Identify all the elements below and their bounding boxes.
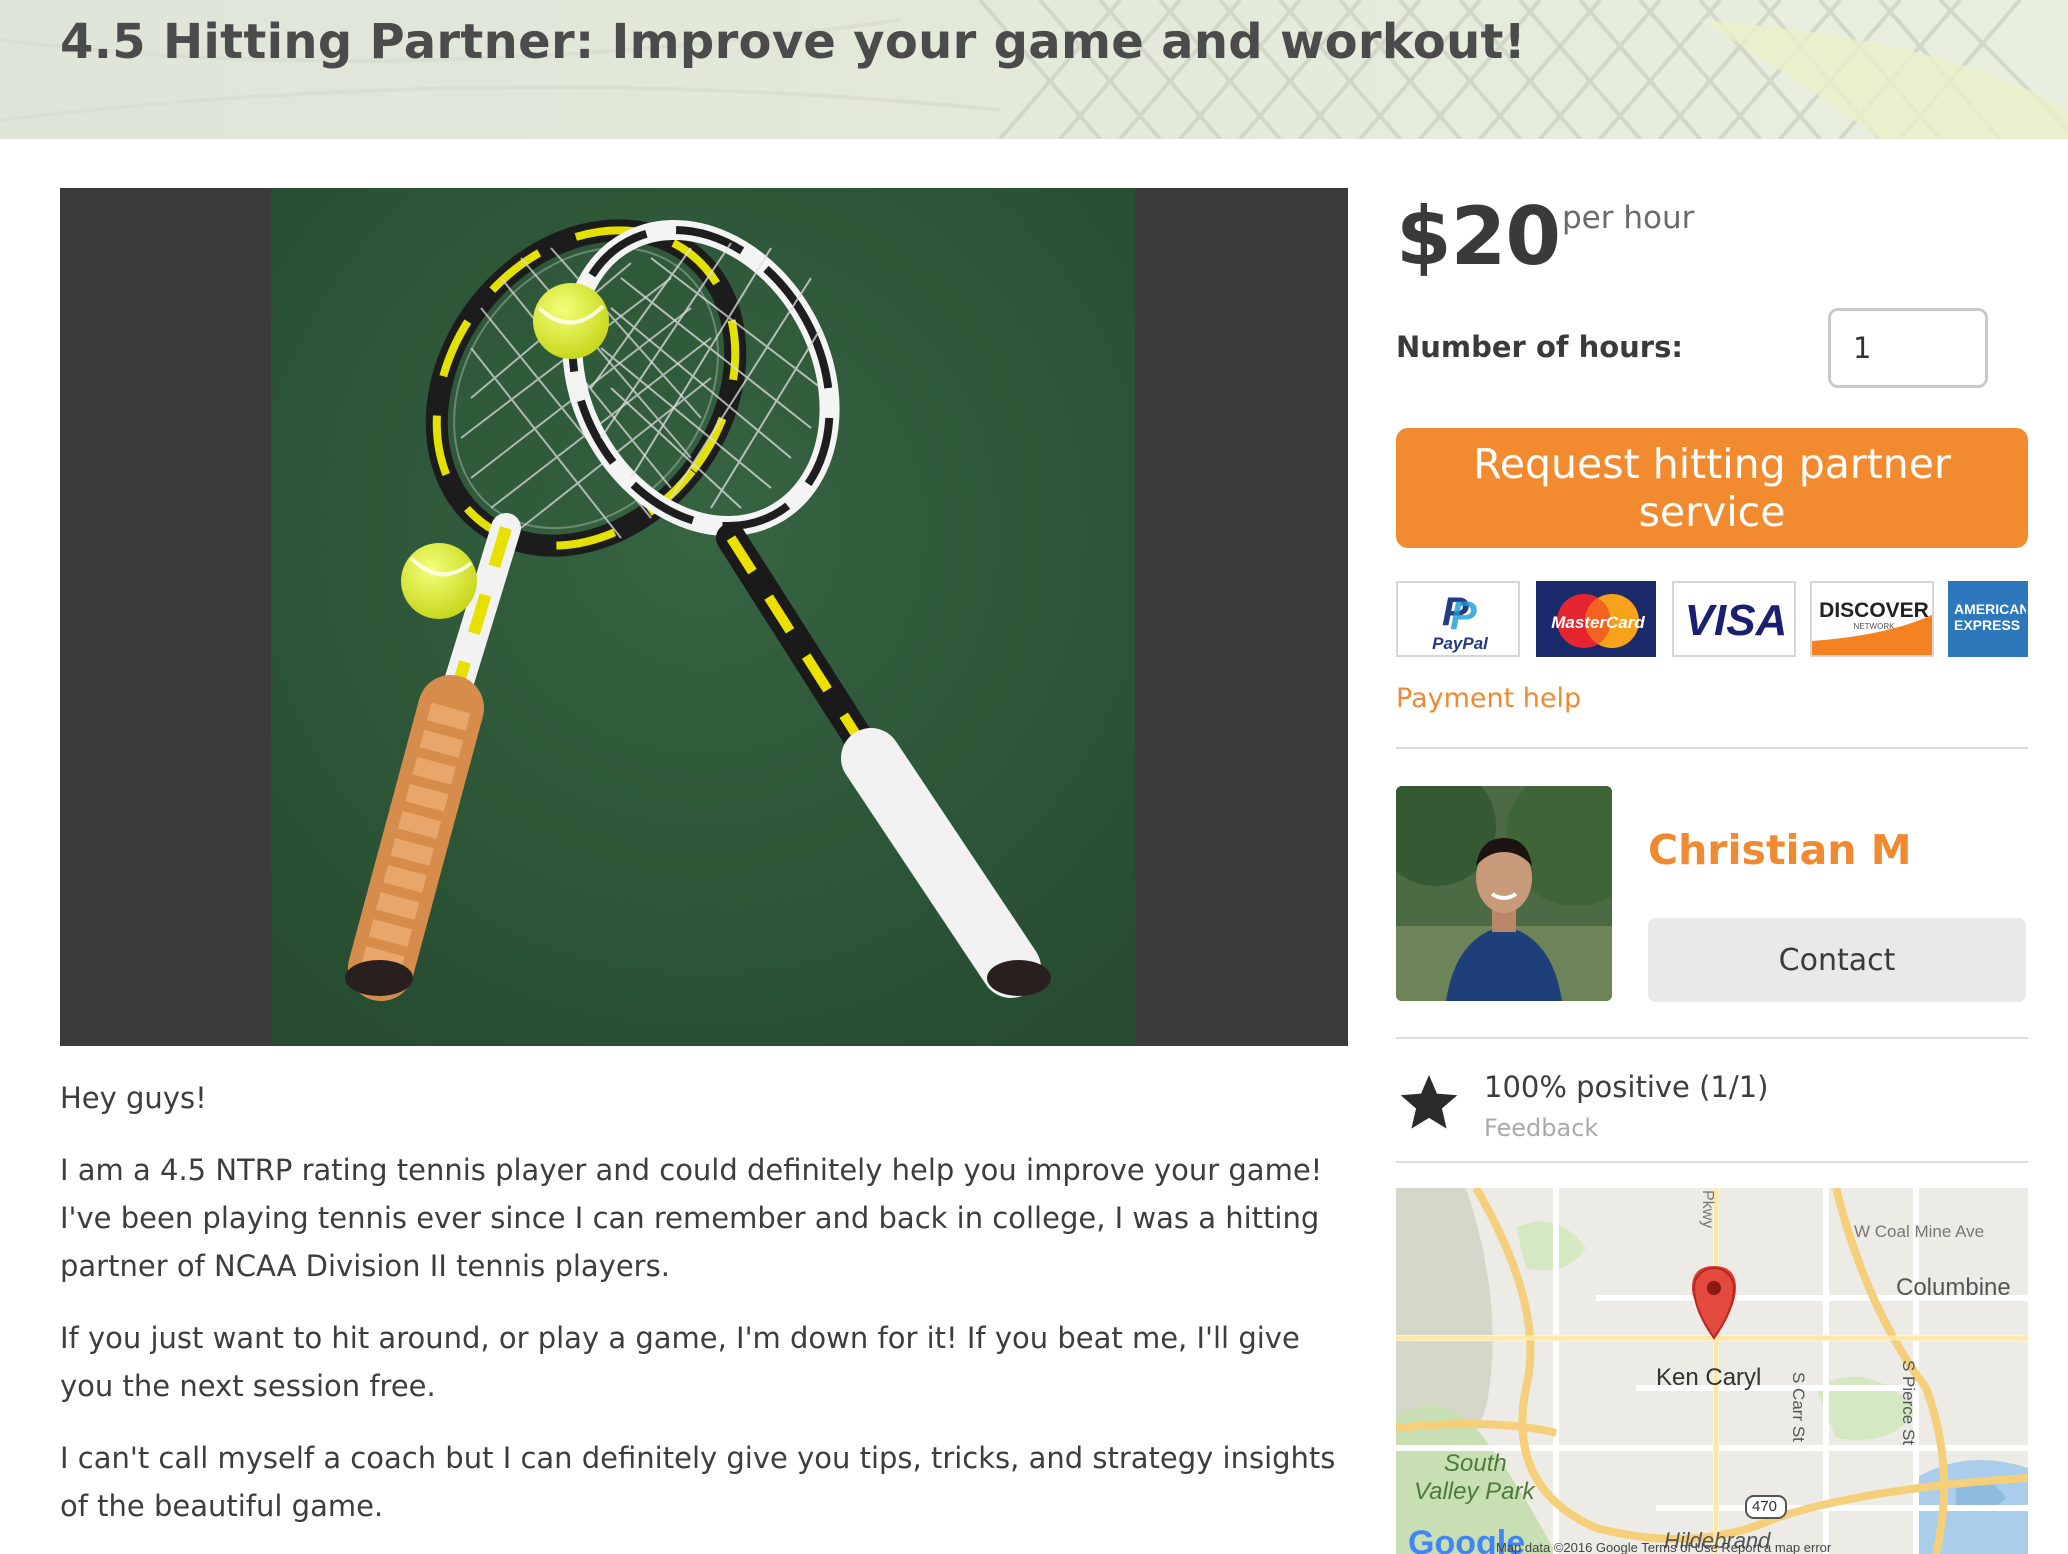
location-map[interactable]: W Coal Mine Ave Columbine Ken Caryl Sout… — [1396, 1188, 2028, 1554]
payment-help-link[interactable]: Payment help — [1396, 683, 1581, 714]
request-service-button[interactable]: Request hitting partner service — [1396, 428, 2028, 548]
star-icon — [1400, 1074, 1458, 1129]
description-paragraph: If you just want to hit around, or play … — [60, 1321, 1300, 1403]
map-label: S Pierce St — [1899, 1360, 1918, 1446]
price-unit: per hour — [1562, 200, 1695, 236]
map-label: Pkwy — [1699, 1190, 1716, 1229]
header-banner: 4.5 Hitting Partner: Improve your game a… — [0, 0, 2068, 139]
contact-button[interactable]: Contact — [1648, 918, 2026, 1002]
map-label: Valley Park — [1414, 1478, 1535, 1505]
map-label: S Carr St — [1789, 1372, 1808, 1442]
amex-logo: AMERICAN EXPRESS — [1948, 581, 2028, 657]
divider — [1396, 747, 2028, 749]
tennis-rackets-photo — [271, 188, 1135, 1046]
hours-label: Number of hours: — [1396, 330, 1683, 364]
mastercard-logo: MasterCard — [1536, 581, 1656, 657]
divider — [1396, 1037, 2028, 1039]
svg-text:P: P — [1450, 594, 1477, 638]
description-paragraph: I am a 4.5 NTRP rating tennis player and… — [60, 1153, 1323, 1283]
discover-logo: DISCOVER NETWORK — [1810, 581, 1934, 657]
svg-text:NETWORK: NETWORK — [1854, 622, 1896, 631]
map-label: W Coal Mine Ave — [1854, 1222, 1985, 1241]
listing-image[interactable] — [60, 188, 1348, 1046]
svg-text:PayPal: PayPal — [1432, 634, 1489, 653]
map-label: Columbine — [1896, 1274, 2011, 1301]
page-title: 4.5 Hitting Partner: Improve your game a… — [60, 14, 1526, 70]
map-label: 470 — [1752, 1498, 1778, 1515]
feedback-link[interactable]: Feedback — [1484, 1114, 1598, 1142]
payment-methods: P P PayPal MasterCard VISA DISCOVER NETW… — [1396, 581, 2028, 661]
price: $20 — [1396, 190, 1561, 283]
map-attribution[interactable]: Map data ©2016 Google Terms of Use Repor… — [1496, 1540, 1831, 1554]
hours-input[interactable] — [1828, 308, 1988, 388]
visa-logo: VISA — [1672, 581, 1796, 657]
description-paragraph: I can't call myself a coach but I can de… — [60, 1441, 1336, 1523]
svg-text:VISA: VISA — [1685, 596, 1788, 645]
provider-name[interactable]: Christian M — [1648, 826, 1912, 874]
map-label: Ken Caryl — [1656, 1364, 1762, 1391]
svg-text:MasterCard: MasterCard — [1551, 613, 1645, 632]
svg-text:DISCOVER: DISCOVER — [1819, 599, 1929, 622]
feedback-score: 100% positive (1/1) — [1484, 1070, 1769, 1104]
map-label: South — [1444, 1450, 1507, 1477]
listing-description: Hey guys! I am a 4.5 NTRP rating tennis … — [60, 1074, 1360, 1554]
description-paragraph: Hey guys! — [60, 1081, 207, 1115]
divider — [1396, 1161, 2028, 1163]
paypal-logo: P P PayPal — [1396, 581, 1520, 657]
avatar[interactable] — [1396, 786, 1612, 1001]
